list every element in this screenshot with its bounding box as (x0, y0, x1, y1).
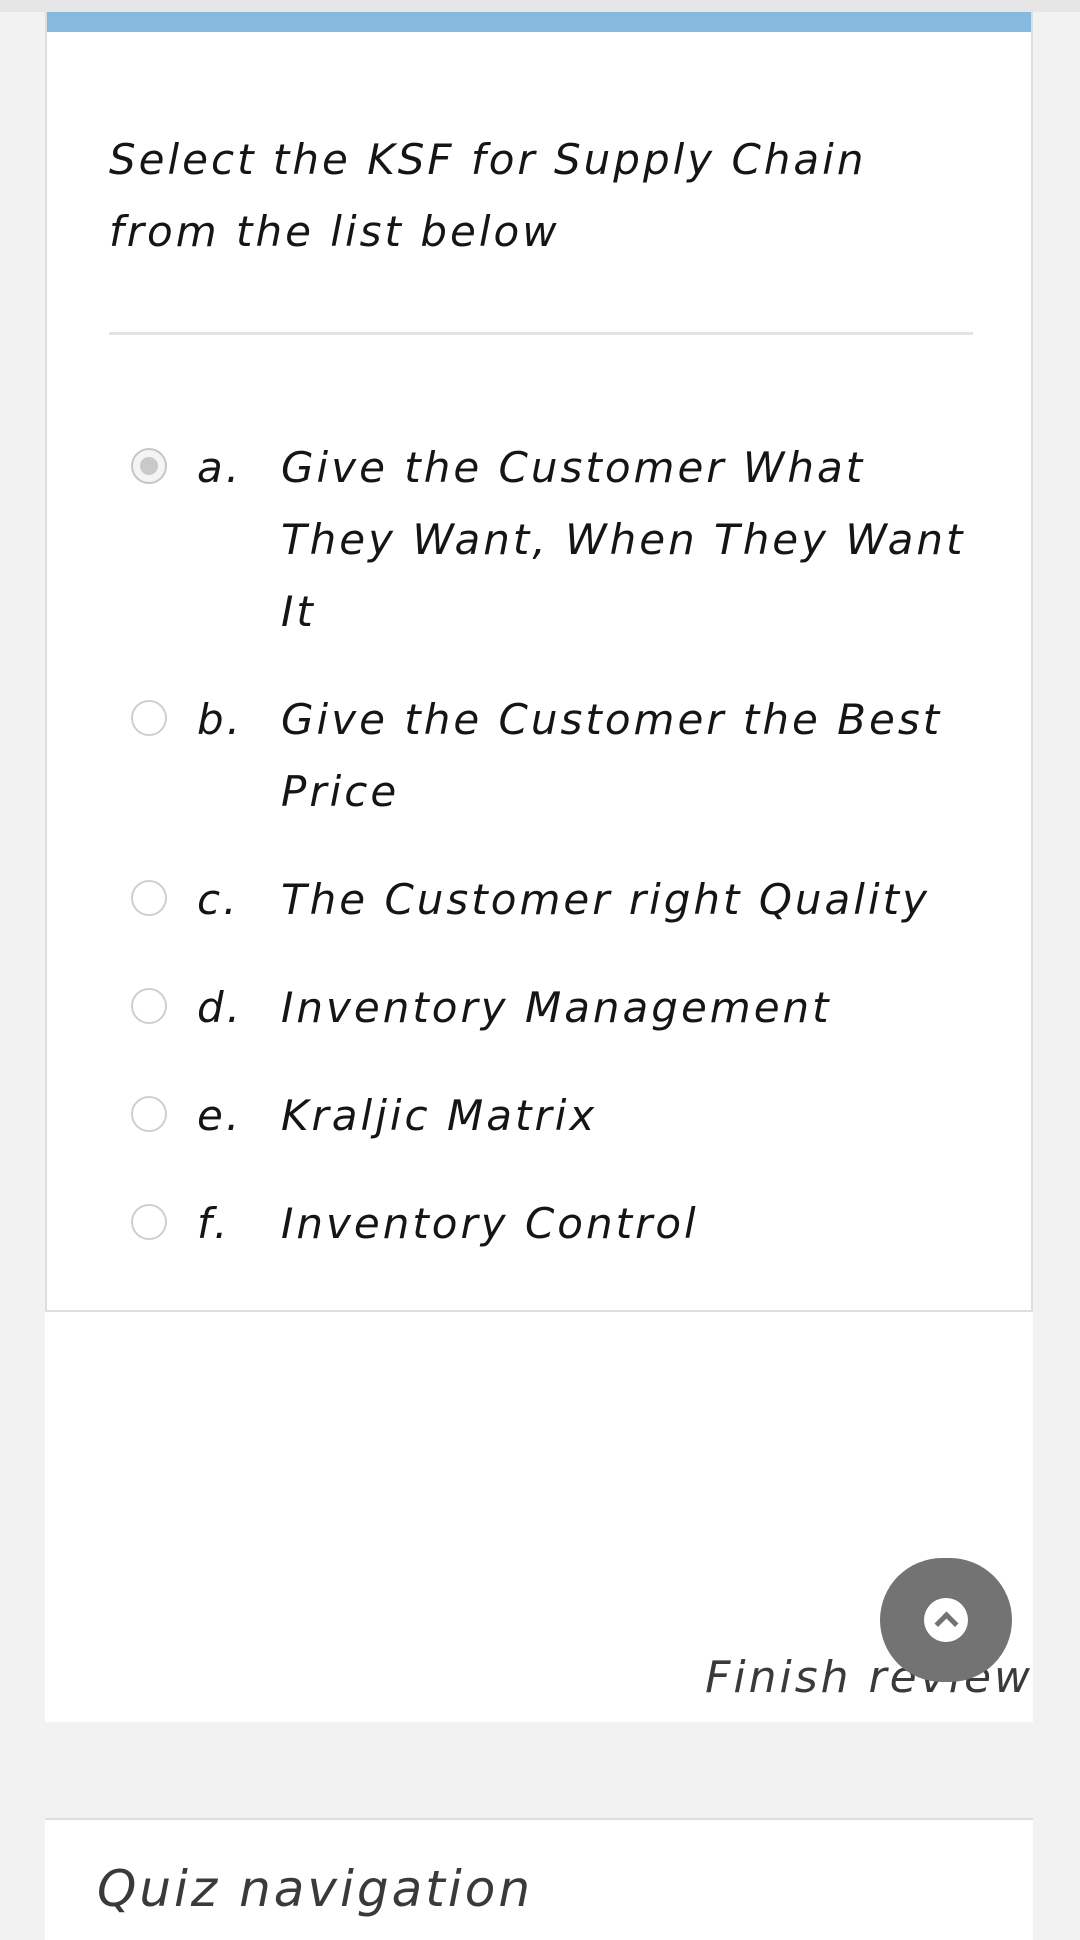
answer-text: Kraljic Matrix (281, 1091, 598, 1140)
quiz-navigation-title: Quiz navigation (97, 1860, 534, 1918)
answer-text: Give the Customer the Best Price (281, 695, 943, 816)
answer-letter: e. (197, 1091, 243, 1140)
radio-button[interactable] (131, 988, 167, 1024)
answer-option-a[interactable]: a. Give the Customer What They Want, Whe… (131, 432, 991, 648)
footer-panel: Finish review (45, 1312, 1033, 1722)
answer-text: Inventory Management (281, 983, 832, 1032)
answer-option-b[interactable]: b. Give the Customer the Best Price (131, 684, 991, 828)
answer-option-d[interactable]: d. Inventory Management (131, 972, 991, 1044)
answer-text: Inventory Control (281, 1199, 699, 1248)
scroll-to-top-button[interactable] (880, 1558, 1012, 1682)
quiz-navigation-card: Quiz navigation (45, 1818, 1033, 1940)
answer-option-e[interactable]: e. Kraljic Matrix (131, 1080, 991, 1152)
answer-letter: d. (197, 983, 244, 1032)
top-strip (0, 0, 1080, 12)
answer-option-c[interactable]: c. The Customer right Quality (131, 864, 991, 936)
radio-button[interactable] (131, 880, 167, 916)
card-accent-bar (47, 12, 1031, 32)
answer-text: The Customer right Quality (281, 875, 930, 924)
answer-letter: c. (197, 875, 240, 924)
radio-button[interactable] (131, 1096, 167, 1132)
divider (109, 332, 973, 335)
answer-list: a. Give the Customer What They Want, Whe… (131, 432, 991, 1260)
answer-letter: a. (197, 443, 243, 492)
radio-button[interactable] (131, 1204, 167, 1240)
radio-button[interactable] (131, 700, 167, 736)
chevron-up-icon (924, 1598, 968, 1642)
answer-letter: f. (197, 1199, 231, 1248)
answer-text: Give the Customer What They Want, When T… (281, 443, 966, 636)
question-text: Select the KSF for Supply Chain from the… (109, 135, 867, 256)
answer-letter: b. (197, 695, 244, 744)
answer-option-f[interactable]: f. Inventory Control (131, 1188, 991, 1260)
question-card: Select the KSF for Supply Chain from the… (45, 12, 1033, 1312)
radio-button[interactable] (131, 448, 167, 484)
